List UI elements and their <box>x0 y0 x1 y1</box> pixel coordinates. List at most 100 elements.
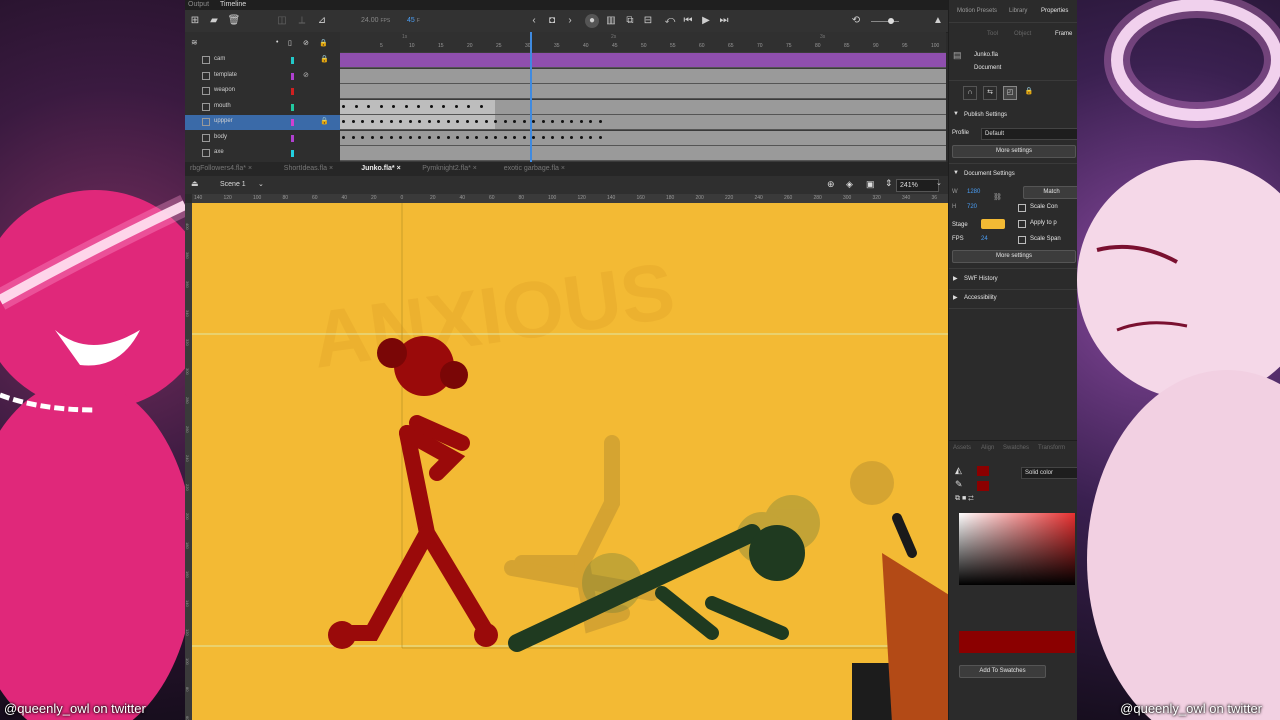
layer-name[interactable]: cam <box>214 56 225 62</box>
layer-color-swatch[interactable] <box>291 57 294 64</box>
layer-color-swatch[interactable] <box>291 88 294 95</box>
layer-name[interactable]: template <box>214 72 237 78</box>
playhead[interactable] <box>530 32 532 162</box>
snap-icon[interactable]: ◰ <box>1003 86 1017 100</box>
prev-keyframe-icon[interactable]: ‹ <box>527 14 541 28</box>
keyframe[interactable] <box>570 135 573 139</box>
clip-icon[interactable]: ▣ <box>866 179 875 190</box>
keyframe[interactable] <box>522 120 526 123</box>
lock-icon[interactable]: 🔒 <box>320 117 329 125</box>
outline-icon[interactable]: ▯ <box>288 39 292 47</box>
back-icon[interactable]: ⏏ <box>191 179 199 188</box>
chevron-down-icon[interactable]: ▼ <box>953 170 959 176</box>
keyframe[interactable] <box>418 120 421 123</box>
match-contents-button[interactable]: Match <box>1023 186 1077 199</box>
keyframe[interactable] <box>342 135 345 139</box>
timeline-frames[interactable]: 5 10 15 20 25 30 35 40 45 50 55 60 65 70 75 80 85 90 95 100… <box>340 32 1034 162</box>
frame-row[interactable] <box>340 130 946 146</box>
go-first-icon[interactable]: ⏮ <box>681 14 695 28</box>
zoom-stepper-icon[interactable]: ⇕ <box>885 178 893 189</box>
keyframe[interactable] <box>532 120 535 123</box>
keyframe[interactable] <box>494 120 497 123</box>
keyframe[interactable] <box>389 135 393 139</box>
apply-to-checkbox[interactable] <box>1018 220 1026 228</box>
tab-tool[interactable]: Tool <box>987 31 998 37</box>
close-icon[interactable]: × <box>473 165 477 172</box>
keyframe[interactable] <box>513 135 516 139</box>
onion-outline-icon[interactable]: ▥ <box>604 14 618 28</box>
fps-display[interactable]: 24.00 FPS <box>361 17 390 24</box>
keyframe[interactable] <box>541 135 545 139</box>
frame-row[interactable] <box>340 99 946 115</box>
layer-depth-icon[interactable]: ⊿ <box>315 14 329 28</box>
new-folder-icon[interactable]: ▰ <box>207 14 221 28</box>
layer-color-swatch[interactable] <box>291 103 294 111</box>
color-type-select[interactable]: Solid color <box>1021 467 1077 479</box>
keyframe[interactable] <box>570 120 573 123</box>
keyframe[interactable] <box>370 120 374 123</box>
link-icon[interactable]: ⛓ <box>993 193 1002 201</box>
tab-object[interactable]: Object <box>1014 31 1031 37</box>
frame-row[interactable] <box>340 84 946 99</box>
keyframe[interactable] <box>513 120 516 123</box>
onion-skin-icon[interactable]: ● <box>585 14 599 28</box>
keyframe[interactable] <box>456 135 459 139</box>
keyframe[interactable] <box>494 135 497 139</box>
keyframe[interactable] <box>560 135 564 139</box>
close-icon[interactable]: × <box>561 165 565 172</box>
keyframe[interactable] <box>551 120 554 123</box>
keyframe[interactable] <box>342 120 345 123</box>
keyframe[interactable] <box>589 120 592 123</box>
stage-center-icon[interactable]: ⊕ <box>827 179 835 190</box>
magnet-icon[interactable]: ∩ <box>963 86 977 100</box>
slider-thumb[interactable] <box>888 18 894 24</box>
swap-icon[interactable]: ⇆ <box>983 86 997 100</box>
frame-size-slider[interactable] <box>871 21 899 22</box>
zoom-dropdown-icon[interactable]: ⌄ <box>936 179 942 187</box>
layer-color-swatch[interactable] <box>291 134 294 142</box>
layer-color-swatch[interactable] <box>291 150 294 157</box>
keyframe[interactable] <box>408 120 412 123</box>
fps-field[interactable]: 24 <box>981 236 988 242</box>
layer-name[interactable]: uppper <box>214 118 233 124</box>
keyframe[interactable] <box>522 135 526 139</box>
layer-name[interactable]: weapon <box>214 87 235 93</box>
layer-row-mouth[interactable]: mouth <box>185 100 340 115</box>
tab-align[interactable]: Align <box>981 445 994 451</box>
keyframe[interactable] <box>389 120 393 123</box>
keyframe[interactable] <box>437 120 440 123</box>
tab-motion-presets[interactable]: Motion Presets <box>957 8 997 14</box>
collapse-icon[interactable]: ▲ <box>931 14 945 28</box>
layer-row-weapon[interactable]: weapon <box>185 84 340 99</box>
play-icon[interactable]: ▶ <box>699 14 713 28</box>
add-to-swatches-button[interactable]: Add To Swatches <box>959 665 1046 678</box>
keyframe[interactable] <box>418 135 421 139</box>
doc-tab[interactable]: Pymknight2.fla* × <box>422 165 477 172</box>
modify-markers-icon[interactable]: ⊟ <box>641 14 655 28</box>
keyframe[interactable] <box>484 120 488 123</box>
keyframe[interactable] <box>579 135 583 139</box>
doc-tab[interactable]: exotic garbage.fla × <box>504 165 565 172</box>
close-icon[interactable]: × <box>397 165 401 172</box>
tab-library[interactable]: Library <box>1009 8 1027 14</box>
layer-color-swatch[interactable] <box>291 119 294 126</box>
close-icon[interactable]: × <box>329 165 333 172</box>
publish-settings-title[interactable]: Publish Settings <box>964 112 1007 118</box>
width-field[interactable]: 1280 <box>967 189 980 195</box>
keyframe[interactable] <box>551 135 554 139</box>
tab-properties[interactable]: Properties <box>1041 8 1068 14</box>
hidden-icon[interactable]: ⊘ <box>303 71 309 79</box>
keyframe[interactable] <box>454 104 458 108</box>
layer-row-uppper[interactable]: uppper 🔒 <box>185 115 340 130</box>
edit-multiple-icon[interactable]: ⧉ <box>623 14 637 28</box>
keyframe[interactable] <box>351 135 355 139</box>
frame-row[interactable] <box>340 115 946 130</box>
keyframe[interactable] <box>361 120 364 123</box>
stage-color-swatch[interactable] <box>981 219 1005 229</box>
height-field[interactable]: 720 <box>967 204 977 210</box>
keyframe[interactable] <box>475 120 478 123</box>
keyframe[interactable] <box>379 104 383 108</box>
keyframe[interactable] <box>541 120 545 123</box>
parent-icon[interactable]: ⟂ <box>295 14 309 28</box>
frame-ruler[interactable]: 5 10 15 20 25 30 35 40 45 50 55 60 65 70 75 80 85 90 95 100… <box>340 32 1034 52</box>
